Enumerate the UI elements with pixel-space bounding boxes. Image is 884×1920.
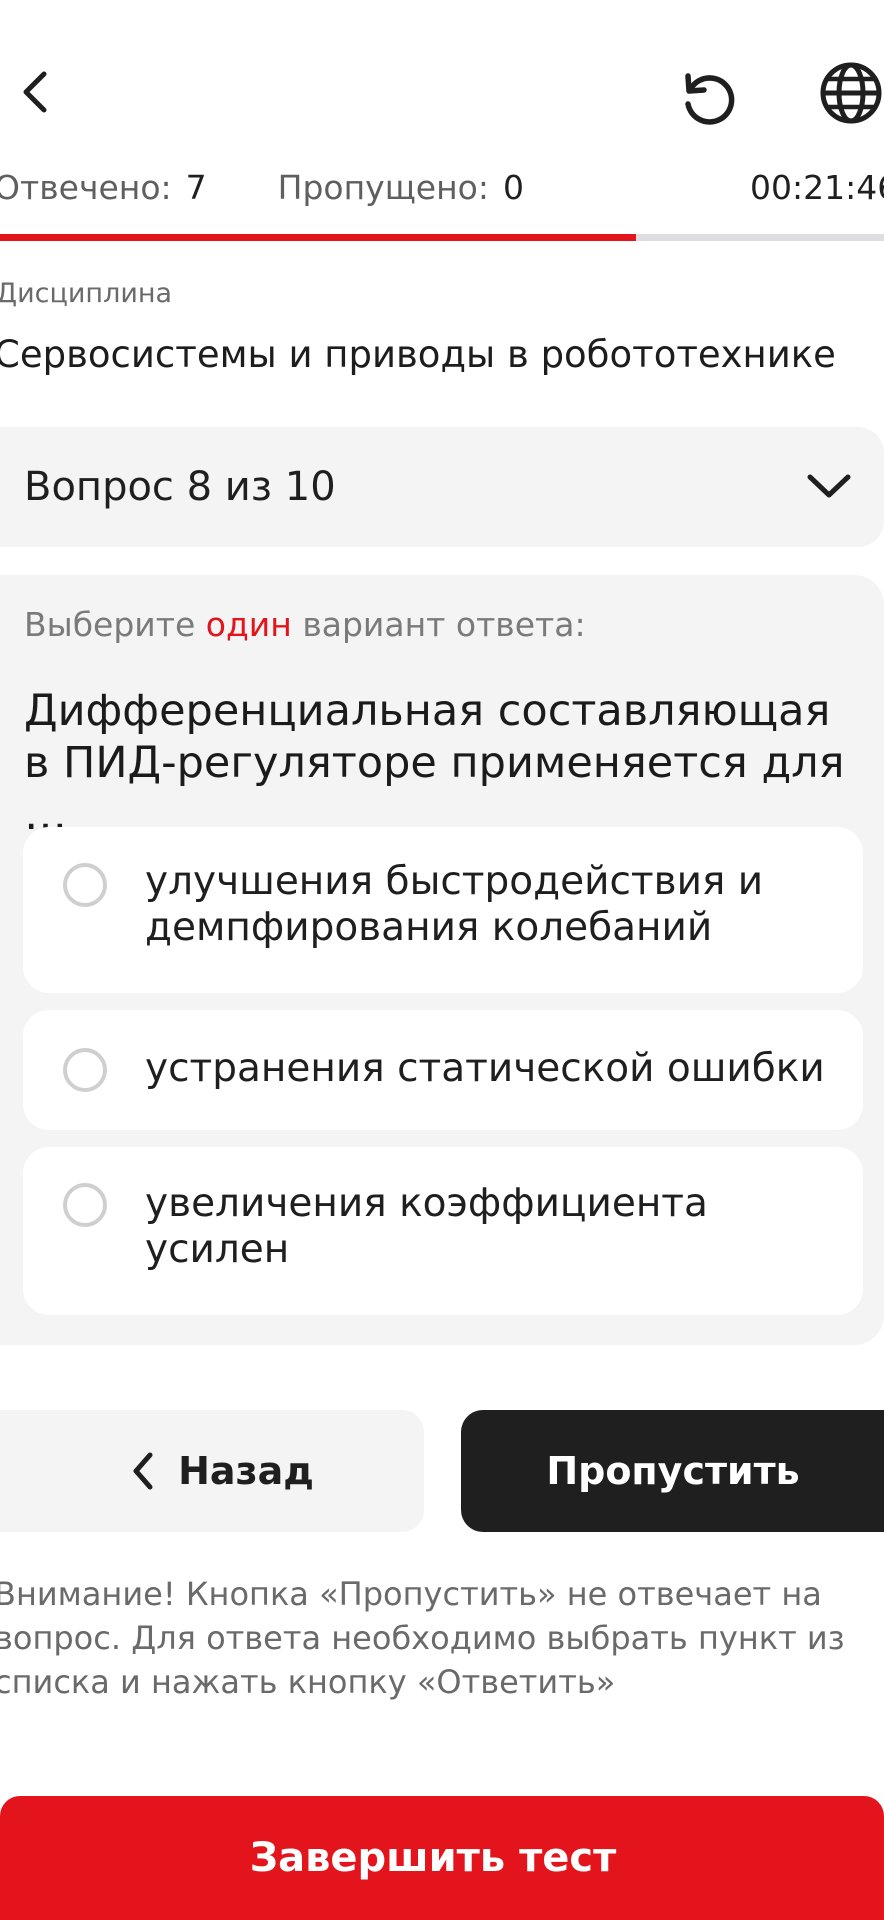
answer-option-label: устранения статической ошибки <box>145 1046 825 1091</box>
skipped-label: Пропущено: <box>277 168 489 207</box>
globe-icon <box>820 62 882 124</box>
answer-option-label: улучшения быстродействия и демпфирования… <box>145 859 764 950</box>
question-number: Вопрос 8 из 10 <box>24 464 336 510</box>
discipline-name: Сервосистемы и приводы в робототехнике <box>0 333 836 376</box>
back-button-label: Назад <box>178 1449 314 1493</box>
chevron-left-icon <box>23 71 47 113</box>
question-selector[interactable]: Вопрос 8 из 10 <box>0 427 884 547</box>
discipline-label: Дисциплина <box>0 278 173 309</box>
back-nav-button[interactable]: Назад <box>0 1410 424 1532</box>
question-card: Выберите один вариант ответа: Дифференци… <box>0 575 884 1345</box>
chevron-down-icon <box>807 474 851 498</box>
finish-test-button[interactable]: Завершить тест <box>0 1796 884 1920</box>
timer: 00:21:46 <box>750 168 884 207</box>
answer-instruction: Выберите один вариант ответа: <box>24 605 586 644</box>
chevron-left-icon <box>133 1452 153 1490</box>
finish-button-label: Завершить тест <box>249 1835 617 1881</box>
answered-count: 7 <box>185 168 207 207</box>
skip-button[interactable]: Пропустить <box>461 1410 884 1532</box>
back-button[interactable] <box>4 62 64 122</box>
skip-warning: Внимание! Кнопка «Пропустить» не отвечае… <box>0 1575 845 1701</box>
reset-button[interactable] <box>672 62 744 134</box>
language-button[interactable] <box>818 60 884 126</box>
refresh-icon <box>685 73 735 125</box>
progress-bar <box>0 234 884 241</box>
question-text: Дифференциальная составляющая в ПИД-регу… <box>24 686 845 840</box>
instruction-suffix: вариант ответа: <box>302 605 586 644</box>
answered-label: Отвечено: <box>0 168 172 207</box>
instruction-highlight: один <box>205 605 292 644</box>
skipped-count: 0 <box>502 168 524 207</box>
progress-fill <box>0 234 637 241</box>
answer-option-1[interactable]: улучшения быстродействия и демпфирования… <box>23 827 863 993</box>
answer-option-2[interactable]: устранения статической ошибки <box>23 1010 863 1130</box>
radio-button[interactable] <box>63 1048 107 1092</box>
radio-button[interactable] <box>63 863 107 907</box>
answer-option-3[interactable]: увеличения коэффициента усилен <box>23 1147 863 1315</box>
skip-button-label: Пропустить <box>546 1449 800 1493</box>
instruction-prefix: Выберите <box>24 605 196 644</box>
answer-option-label: увеличения коэффициента усилен <box>145 1181 708 1272</box>
radio-button[interactable] <box>63 1183 107 1227</box>
